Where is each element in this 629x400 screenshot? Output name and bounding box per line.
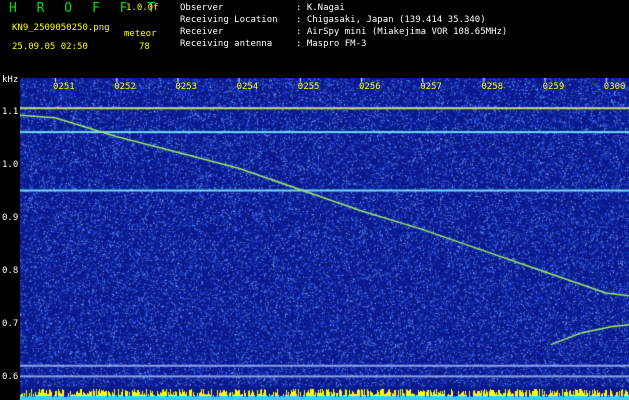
observer-value: : K.Nagai	[296, 3, 345, 13]
x-tick-label: 0256	[359, 82, 381, 92]
y-tick-label: 1.0	[2, 159, 19, 170]
antenna-label: Receiving antenna	[180, 39, 273, 49]
x-tick-label: 0252	[114, 82, 136, 92]
x-tick-label: 0258	[481, 82, 504, 92]
x-tick-label: 0251	[53, 82, 75, 92]
meteor-count: 78	[139, 42, 150, 52]
y-tick-label: 0.8	[2, 265, 19, 276]
observer-label: Observer	[180, 3, 224, 13]
header-panel: H R O F F T 1.0.0f KN9_2509050250.png me…	[0, 0, 629, 76]
y-axis-unit: kHz	[2, 75, 19, 85]
x-tick-label: 0255	[297, 82, 320, 92]
capture-datetime: 25.09.05 02:50	[12, 42, 88, 52]
x-tick-label: 0254	[236, 82, 259, 92]
location-value: : Chigasaki, Japan (139.414 35.340)	[296, 15, 486, 25]
antenna-value: : Maspro FM-3	[296, 39, 367, 49]
y-tick-label: 0.7	[2, 318, 19, 329]
y-tick-label: 0.6	[2, 372, 19, 383]
location-label: Receiving Location	[180, 15, 278, 25]
y-tick-label: 0.9	[2, 212, 19, 223]
receiver-value: : AirSpy mini (Miakejima VOR 108.65MHz)	[296, 27, 508, 37]
spectrogram-canvas	[20, 78, 629, 400]
app-version: 1.0.0f	[126, 3, 159, 13]
meteor-label: meteor	[124, 29, 157, 39]
x-tick-label: 0259	[542, 82, 565, 92]
receiver-label: Receiver	[180, 27, 224, 37]
x-tick-label: 0300	[603, 82, 626, 92]
x-tick-label: 0257	[420, 82, 442, 92]
x-tick-label: 0253	[175, 82, 198, 92]
y-tick-label: 1.1	[2, 106, 19, 117]
file-name: KN9_2509050250.png	[12, 23, 110, 33]
